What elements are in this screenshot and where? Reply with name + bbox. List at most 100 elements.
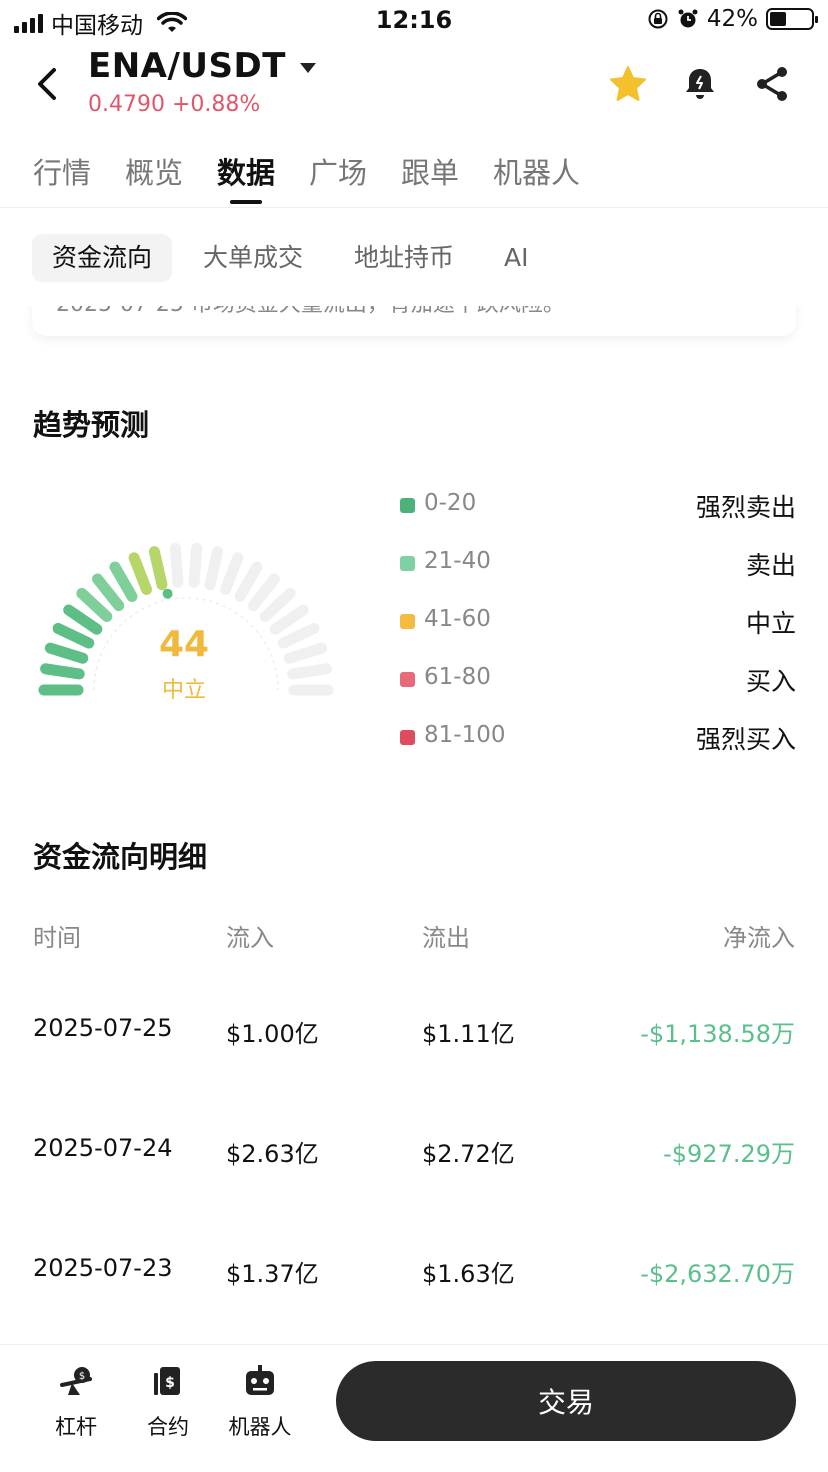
tab-copy-trading[interactable]: 跟单 <box>401 150 459 192</box>
table-row: 2025-07-23 $1.37亿 $1.63亿 -$2,632.70万 <box>0 1254 828 1298</box>
legend-range: 61-80 <box>424 664 491 690</box>
robot-icon <box>246 1365 274 1395</box>
gauge-segment <box>287 663 332 680</box>
subtab-fund-flow[interactable]: 资金流向 <box>32 234 173 282</box>
trend-legend: 0-20 强烈卖出 21-40 卖出 41-60 中立 61-80 买入 81-… <box>400 486 796 776</box>
bell-icon[interactable] <box>680 64 720 104</box>
gauge-segment <box>220 552 244 595</box>
tab-overview[interactable]: 概览 <box>125 150 183 192</box>
gauge-value: 44 <box>158 624 210 665</box>
pair-name: ENA/USDT <box>88 46 286 86</box>
svg-text:$: $ <box>165 1375 175 1391</box>
gauge-segment <box>277 622 320 649</box>
legend-swatch <box>400 614 415 629</box>
legend-range: 81-100 <box>424 722 506 748</box>
row-date: 2025-07-25 <box>33 1014 173 1042</box>
row-date: 2025-07-24 <box>33 1134 173 1162</box>
active-tab-indicator <box>230 200 262 204</box>
row-netflow: -$2,632.70万 <box>640 1260 795 1288</box>
caret-down-icon <box>299 63 316 73</box>
rotation-lock-icon <box>648 9 668 29</box>
col-outflow: 流出 <box>422 924 470 952</box>
row-netflow: -$927.29万 <box>663 1140 795 1168</box>
col-netflow: 净流入 <box>723 924 795 952</box>
legend-swatch <box>400 730 415 745</box>
legend-desc: 强烈卖出 <box>695 493 796 522</box>
status-right: 42% <box>647 6 818 32</box>
legend-row: 81-100 强烈买入 <box>400 718 796 776</box>
gauge-segment <box>92 573 125 612</box>
subtab-address-holdings[interactable]: 地址持币 <box>334 234 474 282</box>
table-row: 2025-07-25 $1.00亿 $1.11亿 -$1,138.58万 <box>0 1014 828 1058</box>
gauge-segment <box>76 587 113 622</box>
gauge-segment <box>188 542 203 588</box>
last-price: 0.4790 <box>88 92 165 117</box>
legend-desc: 卖出 <box>745 551 796 580</box>
leverage-label: 杠杆 <box>55 1415 97 1439</box>
gauge-segment <box>109 561 138 602</box>
legend-swatch <box>400 672 415 687</box>
tab-square[interactable]: 广场 <box>309 150 367 192</box>
row-outflow: $1.11亿 <box>422 1020 515 1048</box>
gauge-label: 中立 <box>161 678 206 703</box>
gauge-pointer <box>162 588 173 599</box>
gauge-segment <box>169 542 184 588</box>
gauge-segment <box>128 552 152 595</box>
status-bar: 中国移动 12:16 42% <box>0 0 828 44</box>
gauge-segment <box>234 561 263 602</box>
gauge-segment <box>44 642 89 664</box>
legend-range: 41-60 <box>424 606 491 632</box>
battery-icon <box>766 8 818 30</box>
gauge-segment <box>283 642 328 664</box>
gauge-segment <box>247 573 280 612</box>
bottom-bar: $ 杠杆 $ 合约 机器人 交易 <box>0 1344 828 1472</box>
leverage-icon: $ <box>60 1367 92 1395</box>
row-inflow: $1.37亿 <box>226 1260 319 1288</box>
tab-market[interactable]: 行情 <box>33 150 91 192</box>
table-row: 2025-07-24 $2.63亿 $2.72亿 -$927.29万 <box>0 1134 828 1178</box>
bottom-leverage[interactable]: $ 杠杆 <box>36 1363 116 1441</box>
trend-title: 趋势预测 <box>33 408 150 442</box>
bottom-contract[interactable]: $ 合约 <box>128 1363 208 1441</box>
sub-tabs: 资金流向 大单成交 地址持币 AI <box>0 208 828 306</box>
gauge-segment <box>52 622 95 649</box>
legend-row: 61-80 买入 <box>400 660 796 718</box>
legend-swatch <box>400 498 415 513</box>
subtab-large-orders[interactable]: 大单成交 <box>183 234 323 282</box>
legend-range: 21-40 <box>424 548 491 574</box>
gauge-segment <box>63 604 103 635</box>
legend-desc: 买入 <box>745 667 796 696</box>
pair-selector[interactable]: ENA/USDT <box>88 46 316 86</box>
legend-desc: 中立 <box>745 609 796 638</box>
tab-data[interactable]: 数据 <box>217 150 275 192</box>
robot-label: 机器人 <box>228 1415 292 1439</box>
bottom-robot[interactable]: 机器人 <box>220 1363 300 1441</box>
contract-icon: $ <box>154 1367 180 1395</box>
alarm-icon <box>678 9 698 28</box>
legend-desc: 强烈买入 <box>695 725 796 754</box>
trade-button[interactable]: 交易 <box>336 1361 796 1441</box>
contract-label: 合约 <box>147 1415 189 1439</box>
row-outflow: $1.63亿 <box>422 1260 515 1288</box>
flow-title: 资金流向明细 <box>33 840 208 874</box>
price-line: 0.4790 +0.88% <box>88 92 260 117</box>
star-icon[interactable] <box>608 64 648 104</box>
back-icon[interactable] <box>28 62 68 106</box>
row-inflow: $1.00亿 <box>226 1020 319 1048</box>
subtab-ai[interactable]: AI <box>484 234 548 282</box>
battery-percent: 42% <box>706 6 758 32</box>
header: ENA/USDT 0.4790 +0.88% <box>0 44 828 134</box>
row-inflow: $2.63亿 <box>226 1140 319 1168</box>
share-icon[interactable] <box>752 64 792 104</box>
main-tabs: 行情 概览 数据 广场 跟单 机器人 <box>0 140 828 208</box>
row-netflow: -$1,138.58万 <box>640 1020 795 1048</box>
col-inflow: 流入 <box>226 924 274 952</box>
col-time: 时间 <box>33 924 81 952</box>
legend-swatch <box>400 556 415 571</box>
gauge-segment <box>40 663 85 680</box>
gauge-segment <box>259 587 296 622</box>
tab-bot[interactable]: 机器人 <box>493 150 580 192</box>
legend-row: 41-60 中立 <box>400 602 796 660</box>
svg-text:$: $ <box>79 1371 85 1382</box>
legend-row: 0-20 强烈卖出 <box>400 486 796 544</box>
